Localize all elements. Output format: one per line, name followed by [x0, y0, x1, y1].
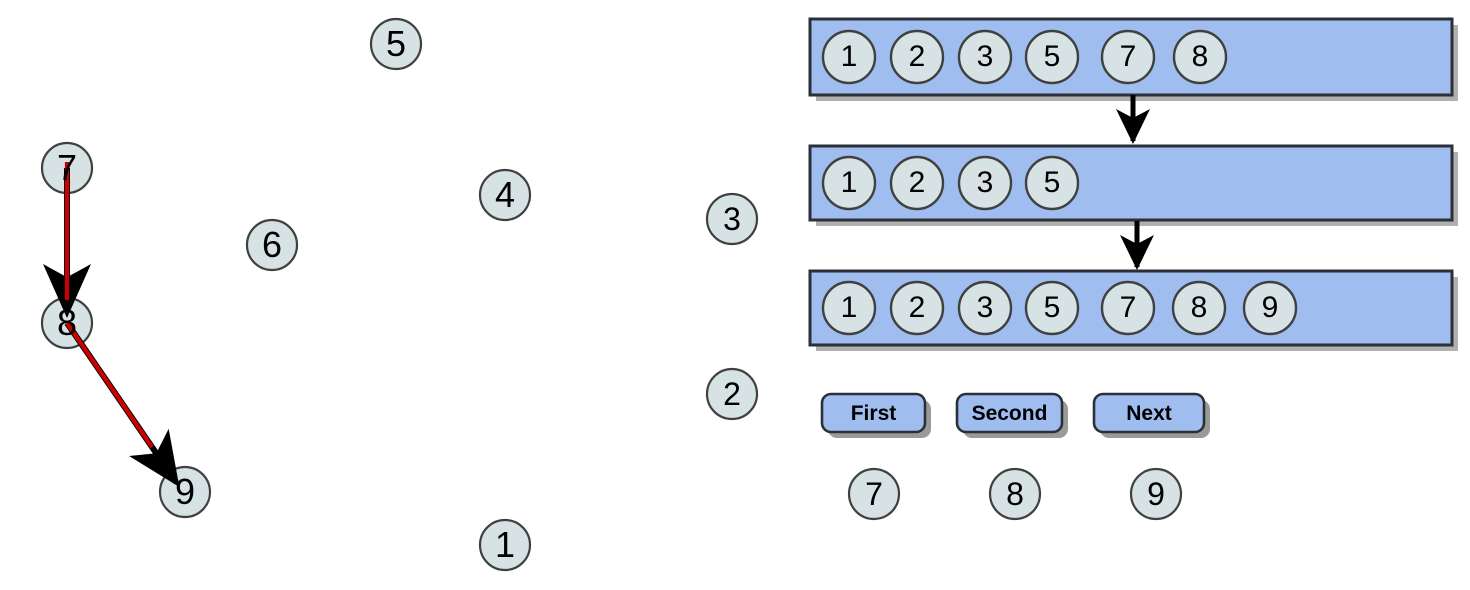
bar-node-circle[interactable] — [957, 155, 1013, 211]
button-node-row — [847, 467, 1183, 521]
graph-node-circle-4[interactable] — [478, 168, 532, 222]
first-button-label[interactable]: First — [822, 403, 925, 424]
next-button-label[interactable]: Next — [1094, 403, 1204, 424]
screenshot-root: 5 7 4 6 8 9 1 1 2 3 5 7 8 1 2 3 5 1 2 3 … — [0, 0, 1470, 590]
bar-node-circle[interactable] — [821, 29, 877, 85]
standalone-node-circle[interactable] — [705, 367, 759, 421]
bar-node-circle[interactable] — [957, 280, 1013, 336]
standalone-node-circle[interactable] — [705, 192, 759, 246]
bar-node-circle[interactable] — [1171, 280, 1227, 336]
graph-node-circle-5[interactable] — [369, 17, 423, 71]
bar-node-circle[interactable] — [1024, 155, 1080, 211]
standalone-nodes — [705, 192, 759, 421]
graph-node-circles — [40, 17, 532, 572]
bar-node-circle[interactable] — [1172, 29, 1228, 85]
bar-node-circle[interactable] — [821, 155, 877, 211]
bar-node-circle[interactable] — [1242, 280, 1298, 336]
bar-node-circle[interactable] — [1100, 29, 1156, 85]
bar-node-circle[interactable] — [821, 280, 877, 336]
graph-node-circle-1[interactable] — [478, 518, 532, 572]
bar-node-circle[interactable] — [1100, 280, 1156, 336]
bar-node-circle[interactable] — [957, 29, 1013, 85]
vector-layer — [40, 17, 1458, 572]
bar-node-circle[interactable] — [1024, 29, 1080, 85]
bar-node-circle[interactable] — [1024, 280, 1080, 336]
edge-8-9-red — [65, 321, 154, 449]
button-node-circle[interactable] — [1129, 467, 1183, 521]
second-button-label[interactable]: Second — [957, 403, 1062, 424]
button-node-circle[interactable] — [988, 467, 1042, 521]
bar-node-circle[interactable] — [889, 280, 945, 336]
bar-node-circle[interactable] — [889, 29, 945, 85]
graph-node-circle-6[interactable] — [245, 218, 299, 272]
bar-node-circle[interactable] — [889, 155, 945, 211]
button-node-circle[interactable] — [847, 467, 901, 521]
